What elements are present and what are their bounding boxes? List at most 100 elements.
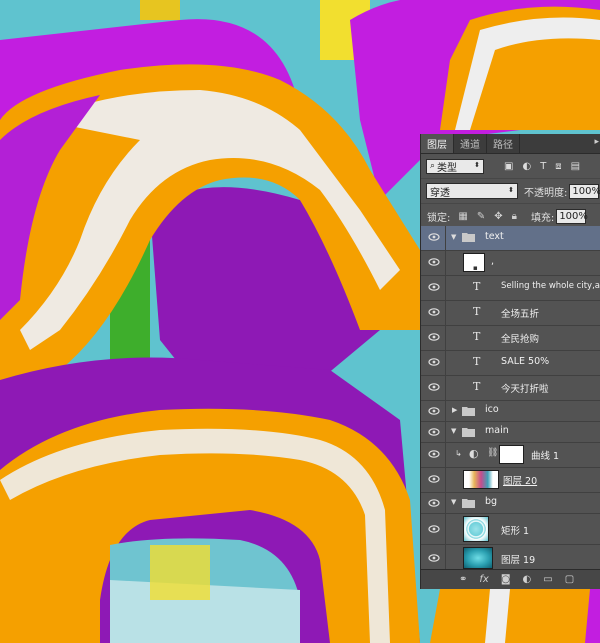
type-layer-icon: T bbox=[473, 355, 481, 368]
layers-panel: 图层 通道 路径 ▸ ⌕ 类型 ⬍ ▣ ◐ T ⧈ ▤ 穿透 ⬍ 不透明度: 1… bbox=[420, 134, 600, 589]
chevron-down-icon[interactable]: ▼ bbox=[451, 233, 456, 241]
eye-icon[interactable] bbox=[428, 257, 440, 267]
adjustment-filter-icon[interactable]: ◐ bbox=[522, 161, 531, 172]
eye-icon[interactable] bbox=[428, 282, 440, 292]
eye-icon[interactable] bbox=[428, 357, 440, 367]
tab-paths[interactable]: 路径 bbox=[487, 134, 520, 153]
lock-transparent-icon[interactable]: ▦ bbox=[458, 211, 467, 222]
chevron-updown-icon: ⬍ bbox=[508, 186, 514, 194]
filter-row: ⌕ 类型 ⬍ ▣ ◐ T ⧈ ▤ bbox=[421, 154, 600, 179]
layer-name: ico bbox=[485, 404, 499, 415]
clip-arrow-icon: ↳ bbox=[455, 449, 462, 458]
new-layer-icon[interactable]: ▢ bbox=[565, 574, 574, 585]
chevron-right-icon[interactable]: ▶ bbox=[452, 406, 457, 414]
layer-text[interactable]: T 今天打折啦 bbox=[421, 376, 600, 401]
opacity-input[interactable]: 100% bbox=[569, 183, 600, 199]
layer-group-main[interactable]: ▼ main bbox=[421, 422, 600, 443]
layer-filter-select[interactable]: ⌕ 类型 ⬍ bbox=[426, 158, 484, 174]
search-icon: ⌕ bbox=[430, 161, 436, 171]
blend-mode-value: 穿透 bbox=[430, 187, 450, 199]
layer-thumbnail bbox=[463, 470, 499, 489]
layer-image[interactable]: 图层 19 bbox=[421, 545, 600, 572]
layer-text[interactable]: T Selling the whole city,a bbox=[421, 276, 600, 301]
layer-name: main bbox=[485, 425, 509, 436]
layer-list: ▼ text ▪ , T Selling the whole city,a T … bbox=[421, 226, 600, 572]
layer-group-bg[interactable]: ▼ bg bbox=[421, 493, 600, 514]
layer-name: text bbox=[485, 231, 504, 242]
folder-icon bbox=[462, 499, 475, 508]
eye-icon[interactable] bbox=[428, 232, 440, 242]
layer-name: 全场五折 bbox=[501, 309, 540, 320]
eye-icon[interactable] bbox=[428, 382, 440, 392]
panel-tabs: 图层 通道 路径 ▸ bbox=[421, 134, 600, 154]
eye-icon[interactable] bbox=[428, 332, 440, 342]
layer-adjustment-curves[interactable]: ↳ ◐ ⛓ 曲线 1 bbox=[421, 443, 600, 468]
lock-icons: ▦ ✎ ✥ 🔒︎ bbox=[458, 211, 517, 222]
chevron-down-icon[interactable]: ▼ bbox=[451, 427, 456, 435]
layer-text[interactable]: T 全场五折 bbox=[421, 301, 600, 326]
link-layers-icon[interactable]: ⚭ bbox=[459, 574, 467, 585]
lock-all-icon[interactable]: 🔒︎ bbox=[512, 211, 517, 222]
folder-icon bbox=[462, 407, 475, 416]
tab-channels[interactable]: 通道 bbox=[454, 134, 487, 153]
eye-icon[interactable] bbox=[428, 553, 440, 563]
adjustment-icon: ◐ bbox=[469, 447, 479, 460]
fill-input[interactable]: 100% bbox=[556, 208, 588, 224]
layer-name: 全民抢购 bbox=[501, 334, 540, 345]
chevron-down-icon[interactable]: ▼ bbox=[451, 498, 456, 506]
layer-text[interactable]: T 全民抢购 bbox=[421, 326, 600, 351]
type-filter-icon[interactable]: T bbox=[540, 161, 546, 172]
eye-icon[interactable] bbox=[428, 498, 440, 508]
smart-filter-icon[interactable]: ▤ bbox=[571, 161, 580, 172]
layer-filter-value: 类型 bbox=[437, 162, 458, 174]
layer-name: 图层 20 bbox=[503, 476, 538, 487]
lock-label: 锁定: bbox=[427, 212, 451, 224]
eye-icon[interactable] bbox=[428, 307, 440, 317]
panel-menu-icon[interactable]: ▸ bbox=[594, 137, 599, 147]
panel-bottom-toolbar: ⚭ fx ◙ ◐ ▭ ▢ bbox=[421, 569, 600, 589]
chevron-updown-icon: ⬍ bbox=[474, 160, 480, 169]
fx-icon[interactable]: fx bbox=[479, 574, 488, 585]
type-layer-icon: T bbox=[473, 280, 481, 293]
opacity-label: 不透明度: bbox=[524, 187, 568, 199]
layer-name: 图层 19 bbox=[501, 555, 536, 566]
blend-row: 穿透 ⬍ 不透明度: 100% bbox=[421, 179, 600, 204]
layer-mask-thumbnail bbox=[499, 445, 524, 464]
layer-name: 矩形 1 bbox=[501, 526, 530, 537]
eye-icon[interactable] bbox=[428, 449, 440, 459]
layer-thumbnail bbox=[463, 547, 493, 569]
shape-filter-icon[interactable]: ⧈ bbox=[555, 161, 561, 172]
layer-smart-object[interactable]: ▪ , bbox=[421, 251, 600, 276]
layer-name: 曲线 1 bbox=[531, 451, 560, 462]
layer-shape[interactable]: 矩形 1 bbox=[421, 514, 600, 545]
new-adjustment-icon[interactable]: ◐ bbox=[523, 574, 532, 585]
fill-label: 填充: bbox=[530, 212, 555, 224]
new-group-icon[interactable]: ▭ bbox=[543, 574, 552, 585]
eye-icon[interactable] bbox=[428, 406, 440, 416]
blend-mode-select[interactable]: 穿透 ⬍ bbox=[426, 183, 518, 199]
link-icon: ⛓ bbox=[487, 448, 499, 458]
smart-object-icon: ▪ bbox=[473, 264, 478, 272]
eye-icon[interactable] bbox=[428, 427, 440, 437]
add-mask-icon[interactable]: ◙ bbox=[501, 574, 511, 585]
type-layer-icon: T bbox=[473, 330, 481, 343]
layer-name: SALE 50% bbox=[501, 356, 550, 367]
layer-thumbnail bbox=[463, 516, 489, 542]
layer-group-ico[interactable]: ▶ ico bbox=[421, 401, 600, 422]
pixel-filter-icon[interactable]: ▣ bbox=[504, 161, 513, 172]
eye-icon[interactable] bbox=[428, 524, 440, 534]
eye-icon[interactable] bbox=[428, 474, 440, 484]
layer-name: bg bbox=[485, 496, 498, 507]
folder-icon bbox=[462, 233, 475, 242]
lock-paint-icon[interactable]: ✎ bbox=[477, 211, 485, 222]
layer-image[interactable]: 图层 20 bbox=[421, 468, 600, 493]
type-layer-icon: T bbox=[473, 380, 481, 393]
folder-icon bbox=[462, 428, 475, 437]
layer-name: 今天打折啦 bbox=[501, 384, 549, 395]
layer-group-text[interactable]: ▼ text bbox=[421, 226, 600, 251]
lock-position-icon[interactable]: ✥ bbox=[494, 211, 502, 222]
layer-text[interactable]: T SALE 50% bbox=[421, 351, 600, 376]
type-layer-icon: T bbox=[473, 305, 481, 318]
tab-layers[interactable]: 图层 bbox=[421, 134, 454, 153]
filter-icons: ▣ ◐ T ⧈ ▤ bbox=[504, 161, 580, 172]
